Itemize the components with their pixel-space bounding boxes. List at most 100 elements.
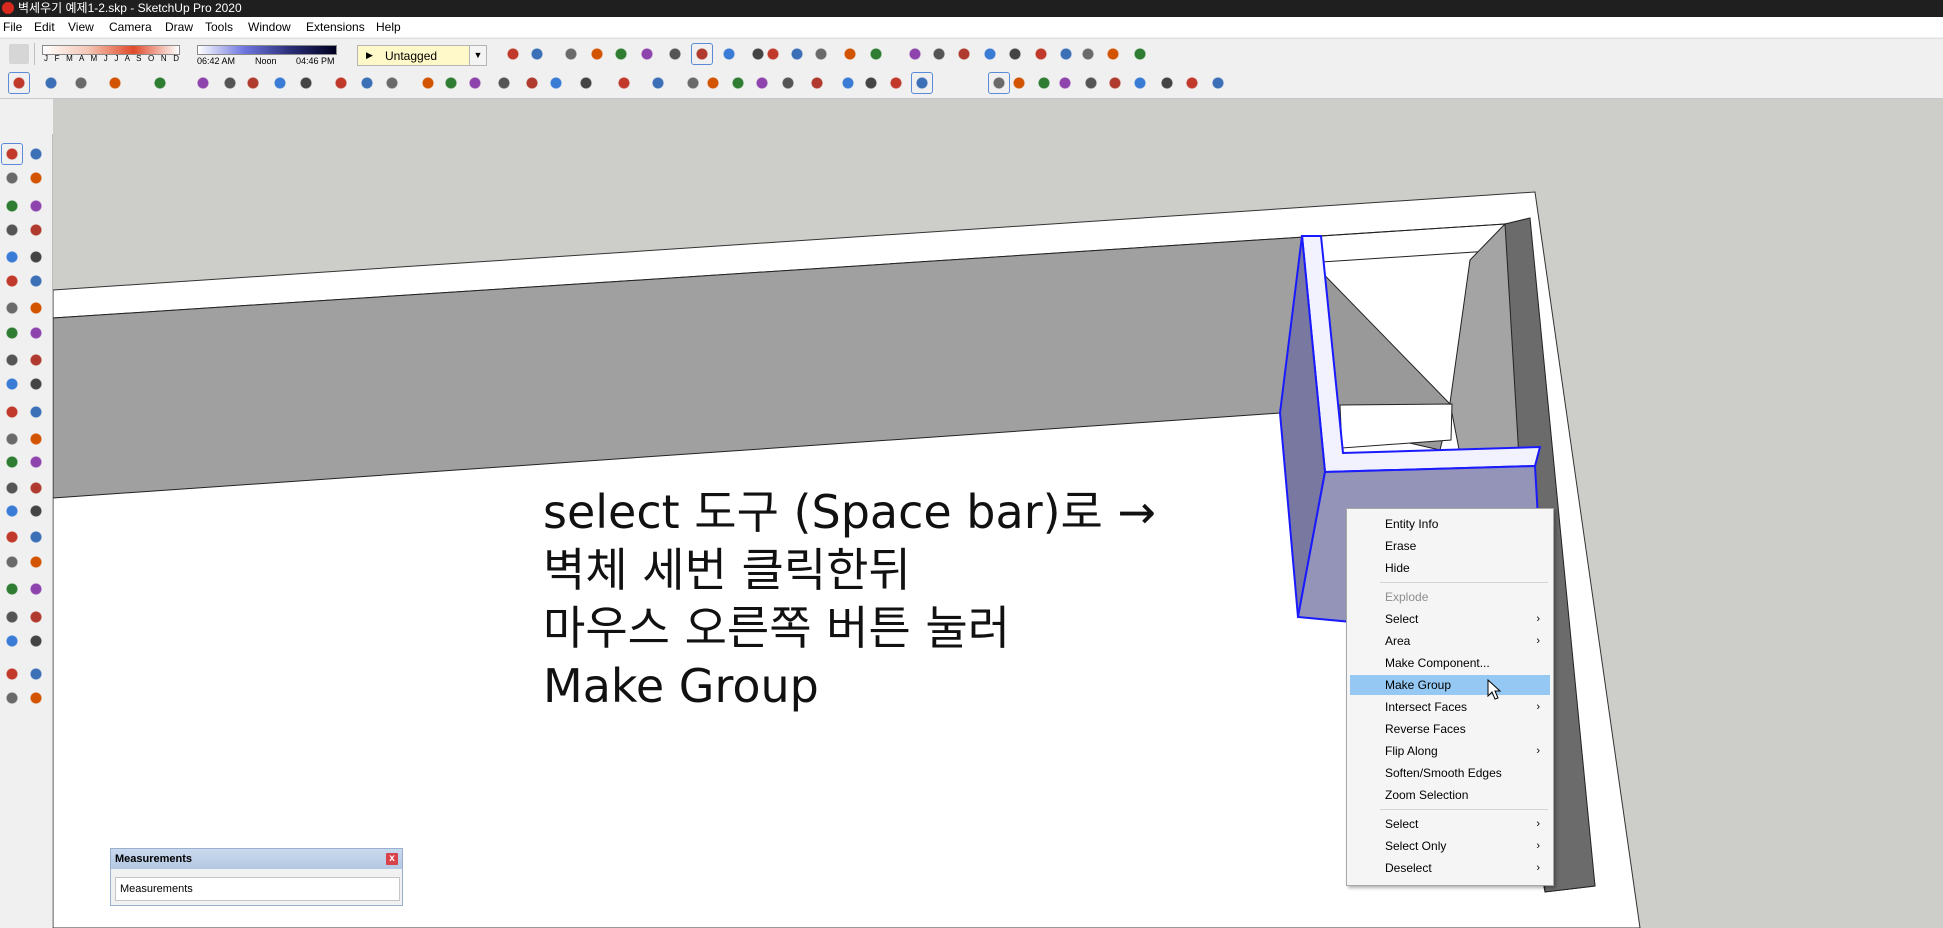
protractor-icon[interactable] (2, 429, 22, 449)
select-icon[interactable] (2, 664, 22, 684)
zoom-extents-icon[interactable] (494, 73, 514, 93)
top-view-icon[interactable] (587, 44, 607, 64)
menu-item-make-group[interactable]: Make Group (1350, 675, 1550, 695)
followme-icon[interactable] (26, 350, 46, 370)
text-icon[interactable] (357, 73, 377, 93)
paint-icon[interactable] (2, 688, 22, 708)
orbit-icon[interactable] (418, 73, 438, 93)
prev-view-icon[interactable] (26, 527, 46, 547)
walk-icon[interactable] (954, 44, 974, 64)
freehand-icon[interactable] (26, 196, 46, 216)
eraser-icon[interactable] (26, 168, 46, 188)
menu-item-zoom-selection[interactable]: Zoom Selection (1350, 785, 1550, 805)
box-front-icon[interactable] (503, 44, 523, 64)
select-icon[interactable] (8, 72, 30, 94)
section-cut-icon[interactable] (1055, 73, 1075, 93)
rotate-icon[interactable] (2, 350, 22, 370)
move-icon[interactable] (2, 323, 22, 343)
orbit-icon[interactable] (2, 478, 22, 498)
section-fill-icon[interactable] (1034, 73, 1054, 93)
menu-draw[interactable]: Draw (165, 20, 193, 34)
two-point-arc-icon[interactable] (2, 298, 22, 318)
line-icon[interactable] (2, 196, 22, 216)
section-icon[interactable] (1009, 73, 1029, 93)
menu-tools[interactable]: Tools (205, 20, 233, 34)
solid-split-icon[interactable] (778, 73, 798, 93)
profile-icon[interactable] (648, 73, 668, 93)
circle-icon[interactable] (2, 247, 22, 267)
select-icon[interactable] (1, 143, 23, 165)
offset-icon[interactable] (26, 374, 46, 394)
axes-icon[interactable] (988, 72, 1010, 94)
scale-icon[interactable] (2, 374, 22, 394)
zoom-icon[interactable] (1031, 44, 1051, 64)
dimension-icon[interactable] (26, 402, 46, 422)
section-display-icon[interactable] (929, 44, 949, 64)
followme-icon[interactable] (220, 73, 240, 93)
axes-icon[interactable] (2, 452, 22, 472)
paint-bucket-icon[interactable] (382, 73, 402, 93)
orbit-icon[interactable] (1130, 44, 1150, 64)
rotated-rectangle-icon[interactable] (26, 220, 46, 240)
zoom-extents-icon[interactable] (1078, 44, 1098, 64)
time-slider[interactable] (197, 45, 337, 55)
tape-icon[interactable] (331, 73, 351, 93)
menu-item-entity-info[interactable]: Entity Info (1350, 514, 1550, 534)
house-icon[interactable] (1130, 73, 1150, 93)
menu-item-soften-smooth-edges[interactable]: Soften/Smooth Edges (1350, 763, 1550, 783)
warehouse-icon[interactable] (2, 607, 22, 627)
share-icon[interactable] (576, 73, 596, 93)
walk-icon[interactable] (2, 579, 22, 599)
front-view-icon[interactable] (611, 44, 631, 64)
position-camera-icon[interactable] (2, 552, 22, 572)
back-view-icon[interactable] (665, 44, 685, 64)
component-icon[interactable] (26, 144, 46, 164)
menu-item-area[interactable]: Area › (1350, 631, 1550, 651)
pencil-icon[interactable] (71, 73, 91, 93)
solid-trim-icon[interactable] (752, 73, 772, 93)
left-view-icon[interactable] (691, 43, 713, 65)
xray-icon[interactable] (719, 44, 739, 64)
ruby-icon[interactable] (26, 631, 46, 651)
stamp-icon[interactable] (886, 73, 906, 93)
sandbox-icon[interactable] (838, 73, 858, 93)
select-icon[interactable] (1208, 73, 1228, 93)
pushpull-icon[interactable] (193, 73, 213, 93)
menu-item-hide[interactable]: Hide (1350, 558, 1550, 578)
zoom-window-icon[interactable] (26, 501, 46, 521)
rotate-icon[interactable] (270, 73, 290, 93)
solid-subtract-icon[interactable] (728, 73, 748, 93)
ruby-icon[interactable] (614, 73, 634, 93)
pan-icon[interactable] (26, 478, 46, 498)
position-camera-icon[interactable] (1005, 44, 1025, 64)
rectangle-icon[interactable] (2, 220, 22, 240)
menu-window[interactable]: Window (248, 20, 291, 34)
shaded-texture-icon[interactable] (840, 44, 860, 64)
section-plane-icon[interactable] (905, 44, 925, 64)
extension-icon[interactable] (546, 73, 566, 93)
tag-dropdown[interactable]: ▶ Untagged ▼ (357, 45, 487, 66)
previous-view-icon[interactable] (1103, 44, 1123, 64)
menu-item-reverse-faces[interactable]: Reverse Faces (1350, 719, 1550, 739)
zoom-icon[interactable] (2, 501, 22, 521)
right-view-icon[interactable] (637, 44, 657, 64)
menu-item-select[interactable]: Select › (1350, 609, 1550, 629)
drape-icon[interactable] (911, 72, 933, 94)
look-around-icon[interactable] (980, 44, 1000, 64)
polygon-icon[interactable] (26, 247, 46, 267)
send-layout-icon[interactable] (2, 631, 22, 651)
measurements-input[interactable]: Measurements (115, 877, 400, 901)
eraser-icon[interactable] (9, 44, 29, 64)
chevron-down-icon[interactable]: ▼ (469, 46, 486, 65)
menu-file[interactable]: File (3, 20, 22, 34)
menu-item-erase[interactable]: Erase (1350, 536, 1550, 556)
scale-icon[interactable] (296, 73, 316, 93)
menu-item-select-2[interactable]: Select › (1350, 814, 1550, 834)
iso-icon[interactable] (561, 44, 581, 64)
zoom-extents-icon[interactable] (2, 527, 22, 547)
shaded-icon[interactable] (811, 44, 831, 64)
box-icon[interactable] (1182, 73, 1202, 93)
smoove-icon[interactable] (861, 73, 881, 93)
eraser-icon[interactable] (26, 688, 46, 708)
move-icon[interactable] (243, 73, 263, 93)
